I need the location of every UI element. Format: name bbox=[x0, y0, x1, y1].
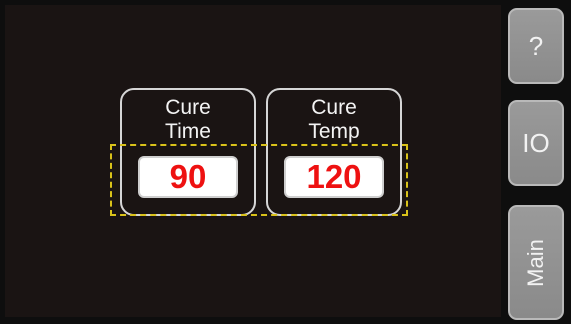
cure-time-label-line1: Cure bbox=[165, 96, 211, 119]
cure-time-input[interactable]: 90 bbox=[138, 156, 238, 198]
help-button-label: ? bbox=[528, 30, 544, 61]
cure-temp-label-line1: Cure bbox=[311, 96, 357, 119]
cure-time-panel: Cure Time 90 bbox=[120, 88, 256, 216]
main-button-label: Main bbox=[523, 238, 548, 287]
io-button-label: IO bbox=[522, 127, 550, 158]
cure-temp-panel: Cure Temp 120 bbox=[266, 88, 402, 216]
io-button[interactable]: IO bbox=[508, 100, 564, 186]
cure-time-label-line2: Time bbox=[165, 120, 211, 143]
main-button[interactable]: Main bbox=[508, 205, 564, 320]
cure-temp-input[interactable]: 120 bbox=[284, 156, 384, 198]
help-button[interactable]: ? bbox=[508, 8, 564, 84]
cure-temp-label-line2: Temp bbox=[308, 120, 360, 143]
